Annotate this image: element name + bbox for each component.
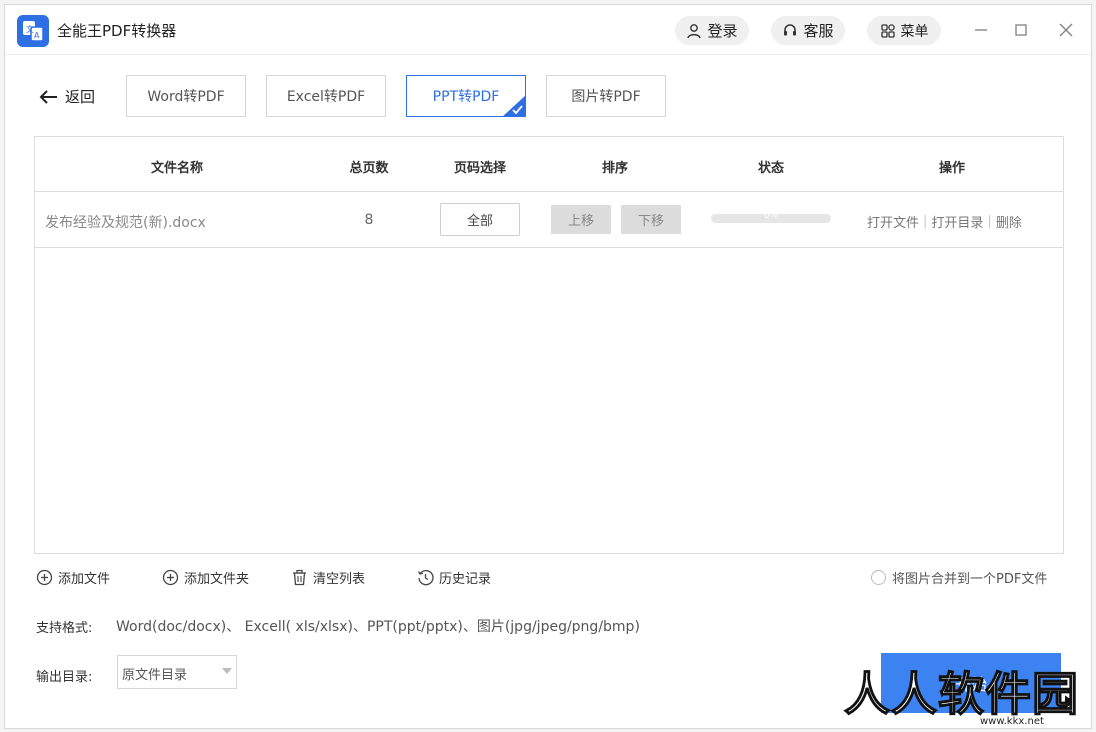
open-folder-link[interactable]: 打开目录	[931, 212, 983, 231]
maximize-button[interactable]	[1010, 19, 1032, 41]
login-label: 登录	[707, 22, 738, 40]
divider: |	[987, 214, 992, 229]
open-file-link[interactable]: 打开文件	[867, 212, 919, 231]
divider: |	[923, 214, 928, 229]
file-table: 文件名称 总页数 页码选择 排序 状态 操作 发布经验及规范(新).docx 8…	[34, 136, 1064, 554]
grid-icon	[880, 23, 895, 38]
tab-image-to-pdf[interactable]: 图片转PDF	[546, 75, 666, 117]
tab-label: 图片转PDF	[571, 89, 641, 105]
clear-list-label: 清空列表	[313, 572, 366, 587]
header-total-pages: 总页数	[349, 161, 389, 176]
caret-down-icon	[222, 668, 232, 674]
app-window: 文 A 全能王PDF转换器 登录 客服 菜单 返回 Word转PDF Excel…	[4, 4, 1092, 729]
menu-button[interactable]: 菜单	[867, 16, 941, 45]
table-row: 发布经验及规范(新).docx 8 全部 上移 下移 0% 打开文件 | 打开目…	[35, 192, 1063, 248]
svg-text:文: 文	[26, 24, 34, 34]
delete-link[interactable]: 删除	[996, 212, 1022, 231]
move-down-button[interactable]: 下移	[621, 205, 681, 234]
watermark-text: 人人软件园	[844, 667, 1079, 721]
header-order: 排序	[601, 161, 629, 176]
svg-text:A: A	[34, 31, 40, 40]
trash-icon	[293, 569, 306, 586]
table-header: 文件名称 总页数 页码选择 排序 状态 操作	[35, 137, 1063, 192]
page-range-label: 全部	[466, 214, 493, 229]
header-actions: 操作	[938, 161, 966, 176]
login-button[interactable]: 登录	[675, 16, 749, 45]
clear-list-button[interactable]: 清空列表	[291, 568, 365, 587]
history-label: 历史记录	[439, 572, 492, 587]
output-dir-label: 输出目录:	[36, 670, 93, 685]
merge-images-option[interactable]: 将图片合并到一个PDF文件	[871, 568, 1047, 587]
add-folder-label: 添加文件夹	[184, 572, 250, 587]
app-title: 全能王PDF转换器	[57, 22, 177, 40]
app-logo-icon: 文 A	[17, 15, 49, 47]
plus-circle-icon	[36, 569, 53, 586]
tab-excel-to-pdf[interactable]: Excel转PDF	[266, 75, 386, 117]
merge-label: 将图片合并到一个PDF文件	[892, 572, 1048, 587]
header-status: 状态	[757, 161, 785, 176]
formats-label: 支持格式:	[36, 621, 93, 636]
add-file-label: 添加文件	[58, 572, 111, 587]
move-up-button[interactable]: 上移	[551, 205, 611, 234]
tab-word-to-pdf[interactable]: Word转PDF	[126, 75, 246, 117]
page-count: 8	[364, 212, 374, 228]
page-range-button[interactable]: 全部	[440, 203, 520, 236]
header-file-name: 文件名称	[150, 161, 204, 176]
watermark-logo: 人人软件园 www.kkx.net	[843, 666, 1079, 727]
move-down-label: 下移	[637, 214, 664, 229]
formats-value: Word(doc/docx)、 Excell( xls/xlsx)、PPT(pp…	[116, 619, 640, 635]
progress-text: 0%	[763, 214, 779, 221]
merge-radio[interactable]	[871, 570, 886, 585]
watermark-url: www.kkx.net	[980, 716, 1044, 727]
add-folder-button[interactable]: 添加文件夹	[162, 568, 249, 587]
history-icon	[417, 570, 434, 586]
tab-label: Excel转PDF	[286, 89, 366, 105]
service-label: 客服	[803, 22, 834, 40]
minimize-icon	[975, 29, 987, 31]
user-icon	[687, 23, 702, 38]
plus-circle-icon	[162, 569, 179, 586]
tab-ppt-to-pdf[interactable]: PPT转PDF	[406, 75, 526, 117]
tab-label: PPT转PDF	[432, 89, 500, 105]
service-button[interactable]: 客服	[771, 16, 845, 45]
minimize-button[interactable]	[970, 19, 992, 41]
close-icon	[1059, 23, 1073, 37]
title-bar: 文 A 全能王PDF转换器 登录 客服 菜单	[5, 5, 1091, 55]
back-button[interactable]: 返回	[39, 86, 95, 107]
move-up-label: 上移	[567, 214, 594, 229]
add-file-button[interactable]: 添加文件	[36, 568, 110, 587]
row-actions: 打开文件 | 打开目录 | 删除	[867, 212, 1022, 231]
progress-bar: 0%	[711, 214, 831, 223]
close-button[interactable]	[1055, 19, 1077, 41]
checkmark-corner-icon	[502, 95, 526, 117]
file-name: 发布经验及规范(新).docx	[45, 215, 206, 231]
header-page-range: 页码选择	[453, 161, 507, 176]
arrow-left-icon	[39, 89, 57, 104]
history-button[interactable]: 历史记录	[417, 568, 491, 587]
tab-label: Word转PDF	[147, 89, 225, 105]
output-dir-select[interactable]: 原文件目录	[117, 655, 237, 689]
output-dir-value: 原文件目录	[122, 668, 188, 683]
menu-label: 菜单	[900, 23, 929, 40]
headset-icon	[784, 23, 797, 35]
maximize-icon	[1015, 24, 1027, 36]
back-label: 返回	[65, 88, 96, 106]
